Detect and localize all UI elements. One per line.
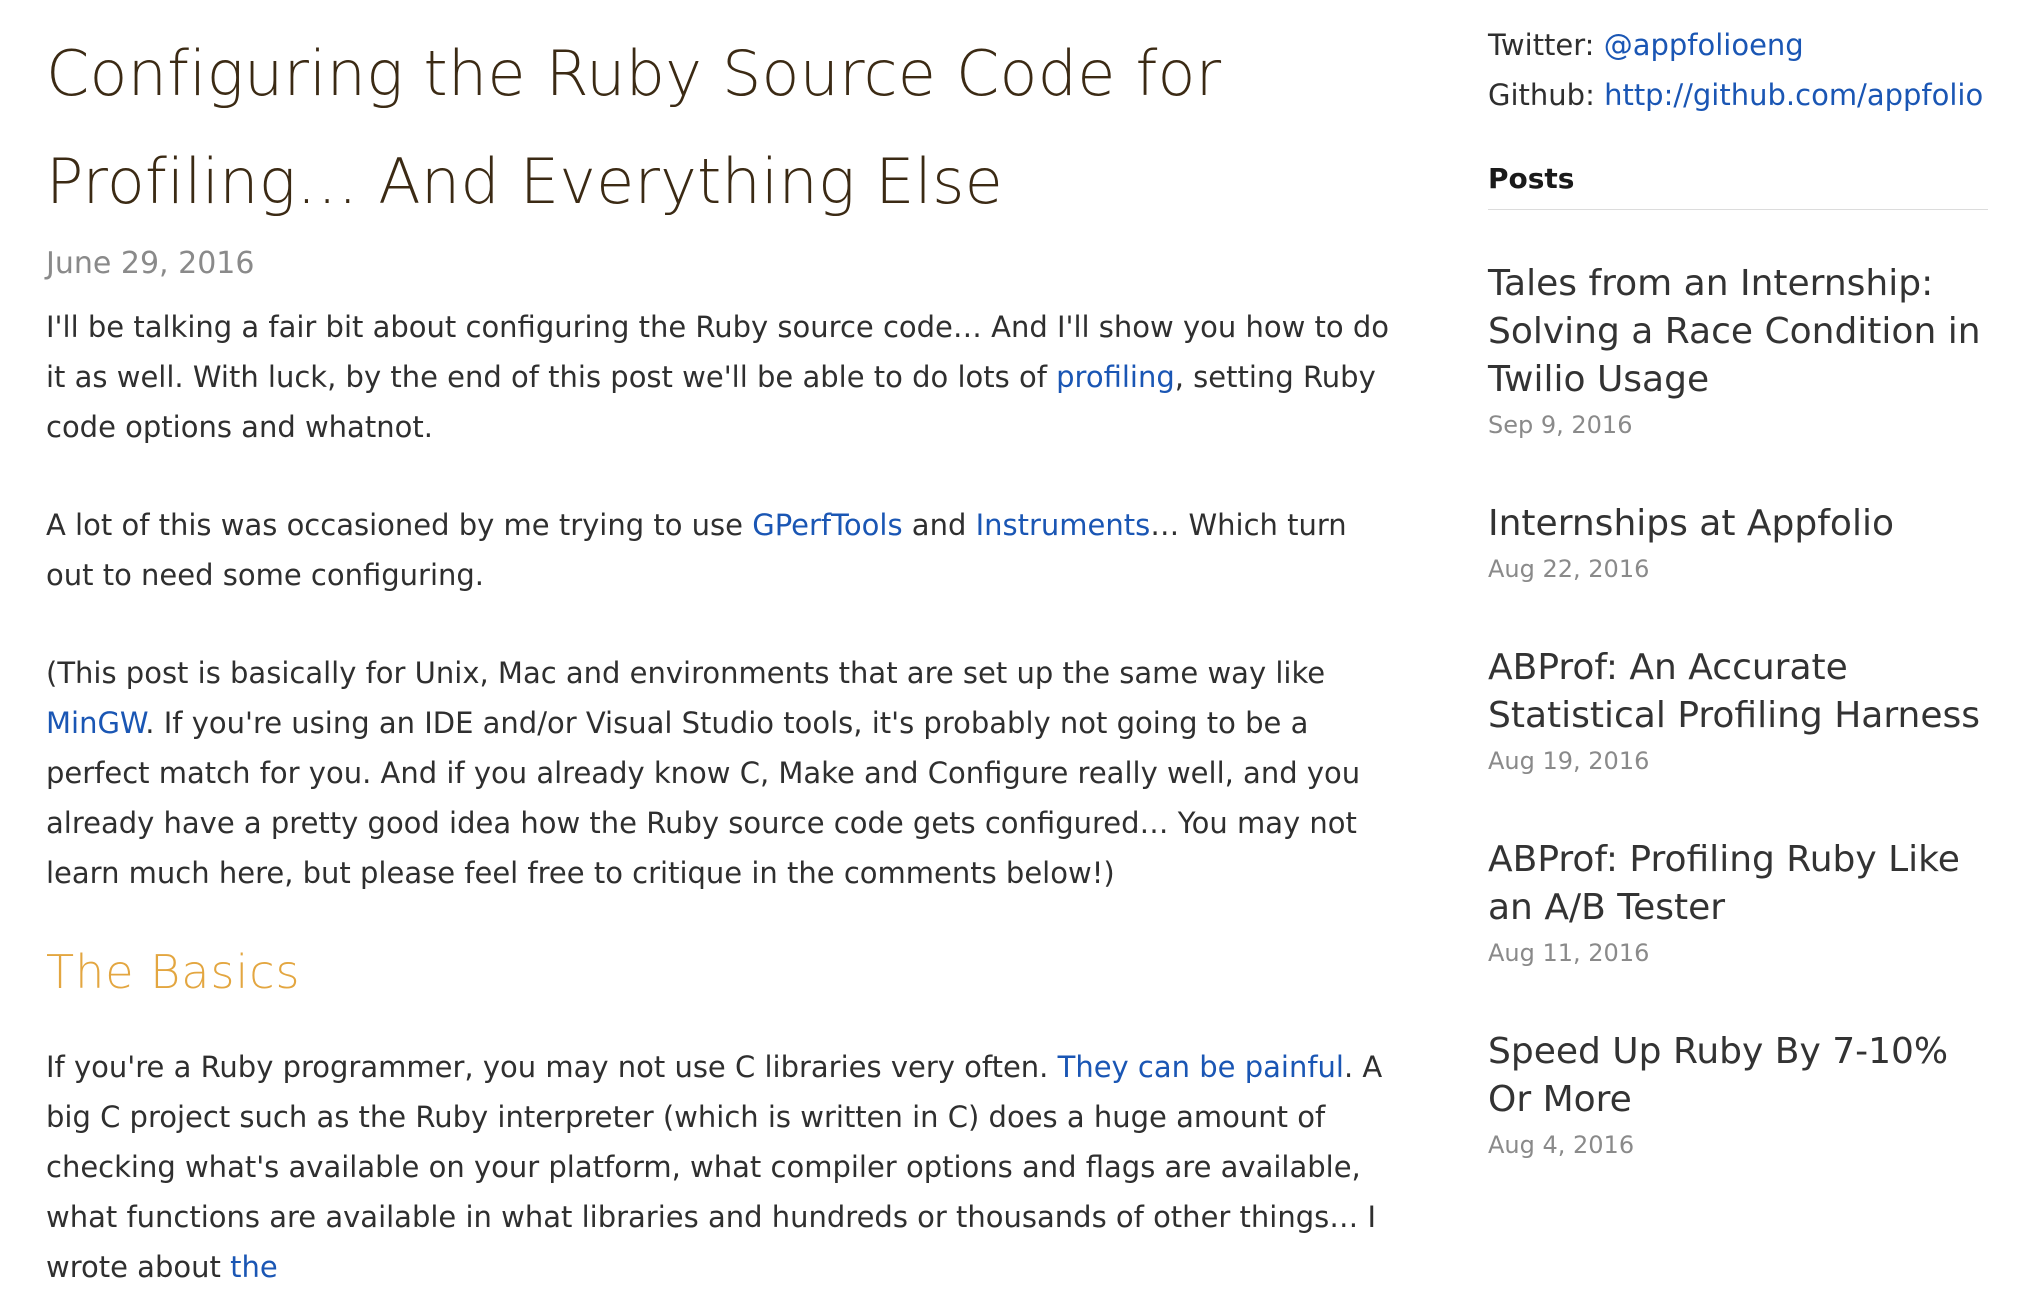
post-list-item[interactable]: Internships at Appfolio Aug 22, 2016 xyxy=(1488,500,1988,586)
github-line: Github: http://github.com/appfolio xyxy=(1488,70,1988,120)
paragraph-text: (This post is basically for Unix, Mac an… xyxy=(46,656,1326,690)
post-title: Configuring the Ruby Source Code for Pro… xyxy=(46,20,1396,236)
tools-paragraph: A lot of this was occasioned by me tryin… xyxy=(46,500,1396,600)
post-date: June 29, 2016 xyxy=(46,246,255,281)
post-title-line-2: Profiling… And Everything Else xyxy=(46,145,1003,218)
post-item-title[interactable]: ABProf: An Accurate Statistical Profilin… xyxy=(1488,644,1988,740)
painful-link[interactable]: They can be painful xyxy=(1058,1050,1344,1084)
post-item-date: Aug 22, 2016 xyxy=(1488,555,1650,583)
profiling-link[interactable]: profiling xyxy=(1056,360,1175,394)
posts-list: Tales from an Internship: Solving a Race… xyxy=(1488,260,1988,1162)
paragraph-text: and xyxy=(902,508,976,542)
paragraph-text: . If you're using an IDE and/or Visual S… xyxy=(46,706,1361,890)
paragraph-text: A lot of this was occasioned by me tryin… xyxy=(46,508,753,542)
article: Configuring the Ruby Source Code for Pro… xyxy=(46,20,1396,1292)
sidebar: Twitter: @appfolioeng Github: http://git… xyxy=(1488,20,1988,1162)
paragraph-text: . A big C project such as the Ruby inter… xyxy=(46,1050,1383,1284)
posts-heading: Posts xyxy=(1488,162,1988,210)
post-item-title[interactable]: Internships at Appfolio xyxy=(1488,500,1988,548)
post-item-date: Sep 9, 2016 xyxy=(1488,411,1633,439)
post-list-item[interactable]: ABProf: An Accurate Statistical Profilin… xyxy=(1488,644,1988,778)
twitter-link[interactable]: @appfolioeng xyxy=(1604,28,1804,62)
post-item-title[interactable]: ABProf: Profiling Ruby Like an A/B Teste… xyxy=(1488,836,1988,932)
basics-paragraph: If you're a Ruby programmer, you may not… xyxy=(46,1042,1396,1292)
the-link[interactable]: the xyxy=(230,1250,278,1284)
twitter-label: Twitter: xyxy=(1488,28,1604,62)
audience-paragraph: (This post is basically for Unix, Mac an… xyxy=(46,648,1396,898)
github-label: Github: xyxy=(1488,78,1605,112)
post-item-date: Aug 4, 2016 xyxy=(1488,1131,1635,1159)
post-list-item[interactable]: Speed Up Ruby By 7-10% Or More Aug 4, 20… xyxy=(1488,1028,1988,1162)
twitter-line: Twitter: @appfolioeng xyxy=(1488,20,1988,70)
section-heading-basics: The Basics xyxy=(46,945,301,999)
post-title-line-1: Configuring the Ruby Source Code for xyxy=(46,37,1222,110)
instruments-link[interactable]: Instruments xyxy=(976,508,1151,542)
post-item-title[interactable]: Speed Up Ruby By 7-10% Or More xyxy=(1488,1028,1988,1124)
mingw-link[interactable]: MinGW xyxy=(46,706,145,740)
github-link[interactable]: http://github.com/appfolio xyxy=(1604,78,1983,112)
intro-paragraph: I'll be talking a fair bit about configu… xyxy=(46,302,1396,452)
post-item-date: Aug 11, 2016 xyxy=(1488,939,1650,967)
gperftools-link[interactable]: GPerfTools xyxy=(752,508,902,542)
post-item-title[interactable]: Tales from an Internship: Solving a Race… xyxy=(1488,260,1988,404)
paragraph-text: If you're a Ruby programmer, you may not… xyxy=(46,1050,1058,1084)
post-item-date: Aug 19, 2016 xyxy=(1488,747,1650,775)
post-list-item[interactable]: ABProf: Profiling Ruby Like an A/B Teste… xyxy=(1488,836,1988,970)
post-list-item[interactable]: Tales from an Internship: Solving a Race… xyxy=(1488,260,1988,442)
